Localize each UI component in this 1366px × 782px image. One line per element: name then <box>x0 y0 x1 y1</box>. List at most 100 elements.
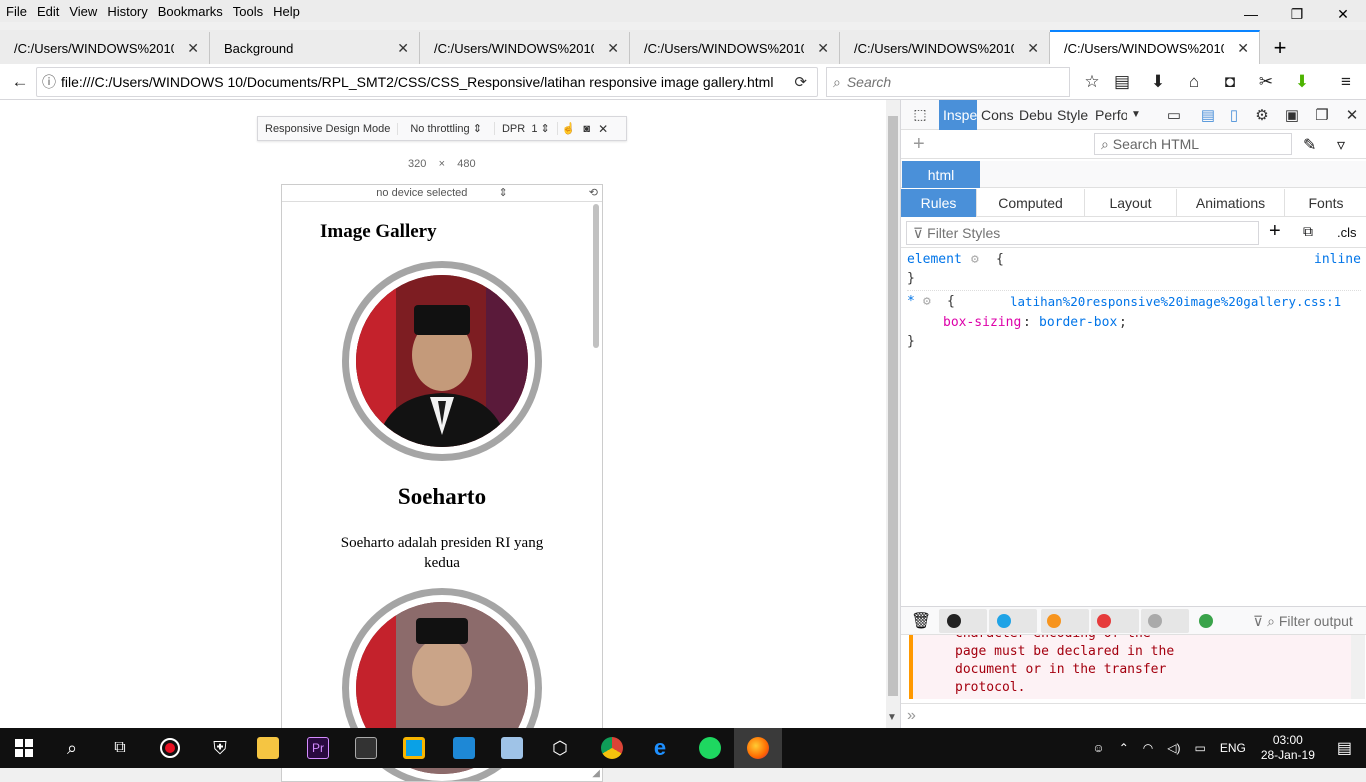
new-tab-button[interactable]: + <box>1260 32 1300 64</box>
record-app-icon[interactable] <box>146 728 194 768</box>
gear-icon[interactable]: ⚙ <box>1251 104 1273 126</box>
dpr-select[interactable]: DPR 1 ⇕ <box>495 122 558 135</box>
content-scrollbar[interactable]: ▼ <box>886 100 900 728</box>
tab-performance[interactable]: Perfo <box>1091 100 1127 130</box>
task-view-icon[interactable]: ⧉ <box>96 728 144 768</box>
chevron-up-icon[interactable]: ⌃ <box>1112 741 1136 755</box>
virtualbox-icon[interactable]: ⬡ <box>536 728 584 768</box>
log-filter-icon[interactable] <box>1047 614 1061 628</box>
split-console-icon[interactable]: ▭ <box>1163 104 1185 126</box>
scrollbar-thumb[interactable] <box>888 116 898 696</box>
extension-download-icon[interactable]: ⬇ <box>1290 70 1314 94</box>
gear-icon[interactable]: ⚙ <box>971 252 979 267</box>
people-icon[interactable]: ☺ <box>1085 741 1111 755</box>
pocket-icon[interactable]: ◘ <box>1218 70 1242 94</box>
clock[interactable]: 03:00 28-Jan-19 <box>1253 733 1323 763</box>
separate-window-icon[interactable]: ❐ <box>1311 104 1333 126</box>
eyedropper-icon[interactable]: ✎ <box>1303 135 1316 155</box>
rotate-icon[interactable]: ⟲ <box>589 185 598 202</box>
cls-button[interactable]: .cls <box>1337 225 1357 240</box>
css-value[interactable]: border-box <box>1039 315 1117 330</box>
close-tab-icon[interactable]: ✕ <box>187 40 199 57</box>
terminal-icon[interactable] <box>342 728 390 768</box>
home-icon[interactable]: ⌂ <box>1182 70 1206 94</box>
search-input[interactable]: ⌕ Search <box>826 67 1070 97</box>
menu-edit[interactable]: Edit <box>32 4 64 19</box>
close-window-button[interactable]: ✕ <box>1320 0 1366 28</box>
edge-icon[interactable]: e <box>636 728 684 768</box>
filter-styles-input[interactable]: ⊽ Filter Styles <box>906 221 1259 245</box>
reload-icon[interactable]: ⟳ <box>794 73 807 91</box>
close-tab-icon[interactable]: ✕ <box>817 40 829 57</box>
menu-history[interactable]: History <box>102 4 152 19</box>
back-arrow-icon[interactable]: ← <box>8 70 32 94</box>
tab-debugger[interactable]: Debu <box>1015 100 1053 130</box>
debug-filter-icon[interactable] <box>1148 614 1162 628</box>
firefox-icon[interactable] <box>734 728 782 768</box>
css-filter-icon[interactable] <box>1199 614 1213 628</box>
browser-tab[interactable]: /C:/Users/WINDOWS%2010/Doc ✕ <box>420 32 630 64</box>
menu-bookmarks[interactable]: Bookmarks <box>153 4 228 19</box>
close-devtools-icon[interactable]: ✕ <box>1341 104 1363 126</box>
tab-style-editor[interactable]: Style <box>1053 100 1091 130</box>
app-orange-icon[interactable] <box>390 728 438 768</box>
console-input[interactable]: » <box>901 703 1366 729</box>
search-icon[interactable]: ⌕ <box>48 728 96 768</box>
browser-tab[interactable]: /C:/Users/WINDOWS%2010/Doc ✕ <box>0 32 210 64</box>
element-picker-icon[interactable]: ⬚ <box>901 100 939 130</box>
touch-simulation-icon[interactable]: ☝ <box>558 122 580 135</box>
minimize-button[interactable]: — <box>1228 0 1274 28</box>
camera-icon[interactable]: ◙ <box>579 123 594 135</box>
menu-tools[interactable]: Tools <box>228 4 268 19</box>
volume-icon[interactable]: ◁) <box>1160 741 1187 755</box>
error-filter-icon[interactable] <box>947 614 961 628</box>
url-bar[interactable]: ⓘ file:///C:/Users/WINDOWS 10/Documents/… <box>36 67 818 97</box>
menu-file[interactable]: File <box>0 4 32 19</box>
trash-icon[interactable]: 🗑 <box>911 611 931 631</box>
resize-handle[interactable]: ◢ <box>592 768 600 779</box>
start-button[interactable] <box>0 728 48 768</box>
dock-bottom-icon[interactable]: ▣ <box>1281 104 1303 126</box>
rule-source[interactable]: inline <box>1314 252 1361 267</box>
browser-tab[interactable]: /C:/Users/WINDOWS%2010/Doc ✕ <box>840 32 1050 64</box>
breadcrumb-html[interactable]: html <box>902 161 980 188</box>
close-tab-icon[interactable]: ✕ <box>397 40 409 57</box>
browser-tab[interactable]: Background ✕ <box>210 32 420 64</box>
file-explorer-icon[interactable] <box>244 728 292 768</box>
search-html-input[interactable]: ⌕ Search HTML <box>1094 133 1292 155</box>
menu-view[interactable]: View <box>64 4 102 19</box>
tab-layout[interactable]: Layout <box>1085 189 1177 217</box>
wifi-icon[interactable]: ◠ <box>1136 741 1160 755</box>
scratchpad-icon[interactable]: ▤ <box>1197 104 1219 126</box>
tab-console[interactable]: Cons <box>977 100 1015 130</box>
info-icon[interactable]: ⓘ <box>37 72 61 92</box>
warning-filter-icon[interactable] <box>997 614 1011 628</box>
panel-toggle-icon[interactable]: ▿ <box>1337 135 1345 155</box>
css-property[interactable]: box-sizing <box>943 315 1021 330</box>
device-select[interactable]: no device selected ⇕ ⟲ <box>282 185 602 202</box>
hamburger-menu-icon[interactable]: ≡ <box>1334 70 1358 94</box>
battery-icon[interactable]: ▭ <box>1187 741 1212 755</box>
more-tabs-icon[interactable]: ▼ <box>1127 100 1149 130</box>
language-indicator[interactable]: ENG <box>1213 741 1253 755</box>
tab-inspector[interactable]: Inspe <box>939 99 977 130</box>
restore-button[interactable]: ❐ <box>1274 0 1320 28</box>
scroll-down-icon[interactable]: ▼ <box>887 712 897 723</box>
console-scrollbar[interactable] <box>1351 635 1365 699</box>
info-filter-icon[interactable] <box>1097 614 1111 628</box>
close-tab-icon[interactable]: ✕ <box>1027 40 1039 57</box>
filter-output-input[interactable]: ⊽ ⌕ Filter output <box>1253 613 1353 630</box>
close-rdm-icon[interactable]: ✕ <box>594 122 612 136</box>
download-icon[interactable]: ⬇ <box>1146 70 1170 94</box>
cube-app-icon[interactable] <box>488 728 536 768</box>
tab-animations[interactable]: Animations <box>1177 189 1285 217</box>
throttling-select[interactable]: No throttling ⇕ <box>398 122 495 135</box>
height-value[interactable]: 480 <box>457 158 475 170</box>
rule-source[interactable]: latihan%20responsive%20image%20gallery.c… <box>1010 294 1341 309</box>
close-tab-icon[interactable]: ✕ <box>607 40 619 57</box>
premiere-icon[interactable]: Pr <box>294 728 342 768</box>
notification-icon[interactable]: ▤ <box>1323 738 1366 758</box>
chrome-icon[interactable] <box>588 728 636 768</box>
responsive-mode-icon[interactable]: ▯ <box>1223 104 1245 126</box>
close-tab-icon[interactable]: ✕ <box>1237 40 1249 57</box>
